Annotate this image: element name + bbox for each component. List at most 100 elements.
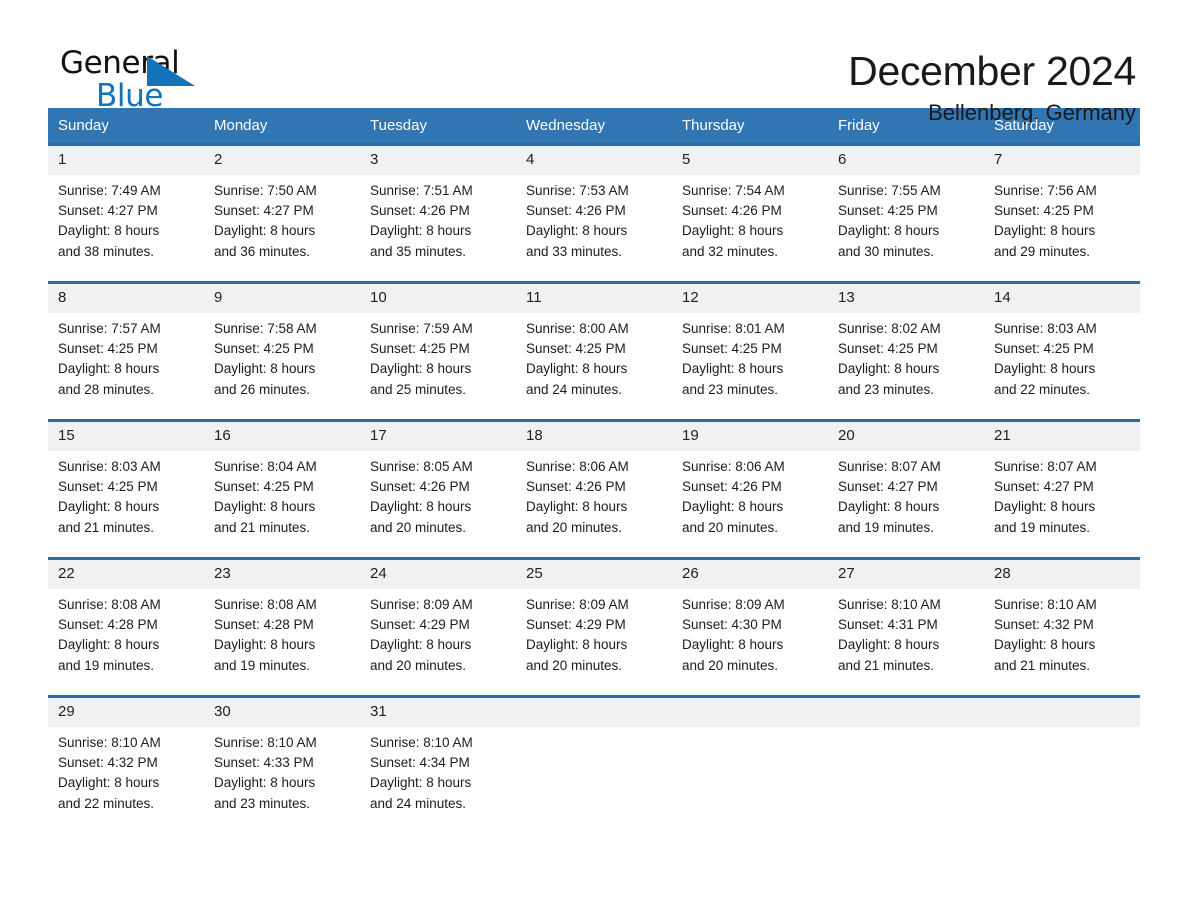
day-number[interactable]: 18 — [516, 419, 672, 451]
day-cell[interactable]: Sunrise: 8:09 AM Sunset: 4:29 PM Daylight:… — [516, 589, 672, 697]
sunrise-time: Sunrise: 8:03 AM — [58, 459, 161, 474]
sunrise-time: Sunrise: 8:09 AM — [370, 597, 473, 612]
day-cell[interactable]: Sunrise: 7:59 AM Sunset: 4:25 PM Daylight:… — [360, 313, 516, 421]
page-title: December 2024 — [848, 48, 1136, 94]
sunrise-time: Sunrise: 8:00 AM — [526, 321, 629, 336]
day-cell[interactable]: Sunrise: 8:08 AM Sunset: 4:28 PM Daylight:… — [204, 589, 360, 697]
day-number[interactable]: 3 — [360, 143, 516, 175]
daylight-duration-line2: and 19 minutes. — [994, 519, 1091, 535]
day-cell[interactable]: Sunrise: 8:03 AM Sunset: 4:25 PM Daylight:… — [48, 451, 204, 559]
sunset-time: Sunset: 4:25 PM — [214, 341, 314, 357]
day-cell[interactable]: Sunrise: 8:05 AM Sunset: 4:26 PM Daylight:… — [360, 451, 516, 559]
day-number[interactable]: 24 — [360, 557, 516, 589]
daylight-duration-line2: and 20 minutes. — [370, 519, 467, 535]
day-number[interactable]: 14 — [984, 281, 1140, 313]
day-cell[interactable]: Sunrise: 7:49 AM Sunset: 4:27 PM Daylight:… — [48, 175, 204, 283]
daylight-duration-line2: and 19 minutes. — [838, 519, 935, 535]
day-number[interactable]: 2 — [204, 143, 360, 175]
day-number[interactable]: 4 — [516, 143, 672, 175]
day-cell[interactable]: Sunrise: 8:10 AM Sunset: 4:33 PM Daylight:… — [204, 727, 360, 833]
day-cell[interactable]: Sunrise: 8:06 AM Sunset: 4:26 PM Daylight:… — [672, 451, 828, 559]
calendar-week-date-row: 29 30 31 — [48, 695, 1140, 727]
day-number[interactable]: 13 — [828, 281, 984, 313]
day-number[interactable]: 30 — [204, 695, 360, 727]
sunrise-time: Sunrise: 7:58 AM — [214, 321, 317, 336]
day-number[interactable]: 21 — [984, 419, 1140, 451]
sunrise-time: Sunrise: 7:53 AM — [526, 183, 629, 198]
day-cell[interactable]: Sunrise: 8:02 AM Sunset: 4:25 PM Daylight:… — [828, 313, 984, 421]
daylight-duration-line1: Daylight: 8 hours — [370, 775, 472, 791]
daylight-duration-line1: Daylight: 8 hours — [994, 361, 1096, 377]
day-cell[interactable]: Sunrise: 8:04 AM Sunset: 4:25 PM Daylight:… — [204, 451, 360, 559]
day-cell[interactable]: Sunrise: 7:57 AM Sunset: 4:25 PM Daylight:… — [48, 313, 204, 421]
day-number[interactable]: 16 — [204, 419, 360, 451]
weekday-header-thursday: Thursday — [672, 108, 828, 145]
day-cell[interactable]: Sunrise: 8:06 AM Sunset: 4:26 PM Daylight:… — [516, 451, 672, 559]
day-cell[interactable]: Sunrise: 8:10 AM Sunset: 4:31 PM Daylight:… — [828, 589, 984, 697]
daylight-duration-line1: Daylight: 8 hours — [526, 223, 628, 239]
day-cell[interactable]: Sunrise: 8:00 AM Sunset: 4:25 PM Daylight:… — [516, 313, 672, 421]
day-number[interactable]: 25 — [516, 557, 672, 589]
daylight-duration-line2: and 24 minutes. — [526, 381, 623, 397]
day-number[interactable]: 22 — [48, 557, 204, 589]
day-number[interactable]: 31 — [360, 695, 516, 727]
day-cell[interactable]: Sunrise: 7:53 AM Sunset: 4:26 PM Daylight:… — [516, 175, 672, 283]
day-number[interactable]: 27 — [828, 557, 984, 589]
day-number[interactable]: 7 — [984, 143, 1140, 175]
daylight-duration-line1: Daylight: 8 hours — [682, 361, 784, 377]
daylight-duration-line1: Daylight: 8 hours — [682, 637, 784, 653]
day-cell[interactable]: Sunrise: 8:09 AM Sunset: 4:30 PM Daylight:… — [672, 589, 828, 697]
day-cell[interactable]: Sunrise: 8:10 AM Sunset: 4:32 PM Daylight:… — [48, 727, 204, 833]
day-number[interactable]: 6 — [828, 143, 984, 175]
day-cell[interactable]: Sunrise: 7:51 AM Sunset: 4:26 PM Daylight:… — [360, 175, 516, 283]
day-cell[interactable]: Sunrise: 7:55 AM Sunset: 4:25 PM Daylight:… — [828, 175, 984, 283]
day-cell[interactable]: Sunrise: 8:08 AM Sunset: 4:28 PM Daylight:… — [48, 589, 204, 697]
day-number[interactable]: 28 — [984, 557, 1140, 589]
sunset-time: Sunset: 4:25 PM — [58, 341, 158, 357]
day-number[interactable]: 11 — [516, 281, 672, 313]
day-number[interactable]: 12 — [672, 281, 828, 313]
daylight-duration-line1: Daylight: 8 hours — [526, 361, 628, 377]
day-number[interactable]: 26 — [672, 557, 828, 589]
day-cell[interactable]: Sunrise: 8:09 AM Sunset: 4:29 PM Daylight:… — [360, 589, 516, 697]
sunset-time: Sunset: 4:25 PM — [214, 479, 314, 495]
sunrise-time: Sunrise: 8:02 AM — [838, 321, 941, 336]
day-cell[interactable]: Sunrise: 8:07 AM Sunset: 4:27 PM Daylight:… — [984, 451, 1140, 559]
daylight-duration-line2: and 29 minutes. — [994, 243, 1091, 259]
daylight-duration-line1: Daylight: 8 hours — [214, 637, 316, 653]
daylight-duration-line1: Daylight: 8 hours — [994, 223, 1096, 239]
day-cell[interactable]: Sunrise: 7:50 AM Sunset: 4:27 PM Daylight:… — [204, 175, 360, 283]
day-number[interactable]: 19 — [672, 419, 828, 451]
day-number[interactable]: 8 — [48, 281, 204, 313]
daylight-duration-line1: Daylight: 8 hours — [682, 499, 784, 515]
day-number[interactable]: 20 — [828, 419, 984, 451]
day-cell[interactable]: Sunrise: 8:03 AM Sunset: 4:25 PM Daylight:… — [984, 313, 1140, 421]
daylight-duration-line2: and 26 minutes. — [214, 381, 311, 397]
day-cell[interactable]: Sunrise: 7:58 AM Sunset: 4:25 PM Daylight:… — [204, 313, 360, 421]
sunrise-time: Sunrise: 8:10 AM — [370, 735, 473, 750]
day-cell[interactable]: Sunrise: 8:10 AM Sunset: 4:34 PM Daylight:… — [360, 727, 516, 833]
day-number[interactable]: 29 — [48, 695, 204, 727]
day-number[interactable]: 17 — [360, 419, 516, 451]
sunset-time: Sunset: 4:32 PM — [994, 617, 1094, 633]
day-cell[interactable]: Sunrise: 8:07 AM Sunset: 4:27 PM Daylight:… — [828, 451, 984, 559]
day-cell[interactable]: Sunrise: 7:56 AM Sunset: 4:25 PM Daylight:… — [984, 175, 1140, 283]
day-number[interactable]: 5 — [672, 143, 828, 175]
daylight-duration-line1: Daylight: 8 hours — [838, 499, 940, 515]
sunrise-time: Sunrise: 8:07 AM — [994, 459, 1097, 474]
day-number[interactable]: 23 — [204, 557, 360, 589]
sunset-time: Sunset: 4:25 PM — [370, 341, 470, 357]
day-cell[interactable]: Sunrise: 7:54 AM Sunset: 4:26 PM Daylight:… — [672, 175, 828, 283]
day-cell[interactable]: Sunrise: 8:10 AM Sunset: 4:32 PM Daylight:… — [984, 589, 1140, 697]
daylight-duration-line2: and 21 minutes. — [58, 519, 155, 535]
sunset-time: Sunset: 4:26 PM — [526, 203, 626, 219]
daylight-duration-line1: Daylight: 8 hours — [58, 637, 160, 653]
day-number[interactable]: 9 — [204, 281, 360, 313]
day-number[interactable]: 1 — [48, 143, 204, 175]
day-cell[interactable]: Sunrise: 8:01 AM Sunset: 4:25 PM Daylight:… — [672, 313, 828, 421]
day-number[interactable]: 10 — [360, 281, 516, 313]
daylight-duration-line1: Daylight: 8 hours — [214, 499, 316, 515]
day-number[interactable]: 15 — [48, 419, 204, 451]
daylight-duration-line2: and 21 minutes. — [994, 657, 1091, 673]
daylight-duration-line1: Daylight: 8 hours — [214, 775, 316, 791]
